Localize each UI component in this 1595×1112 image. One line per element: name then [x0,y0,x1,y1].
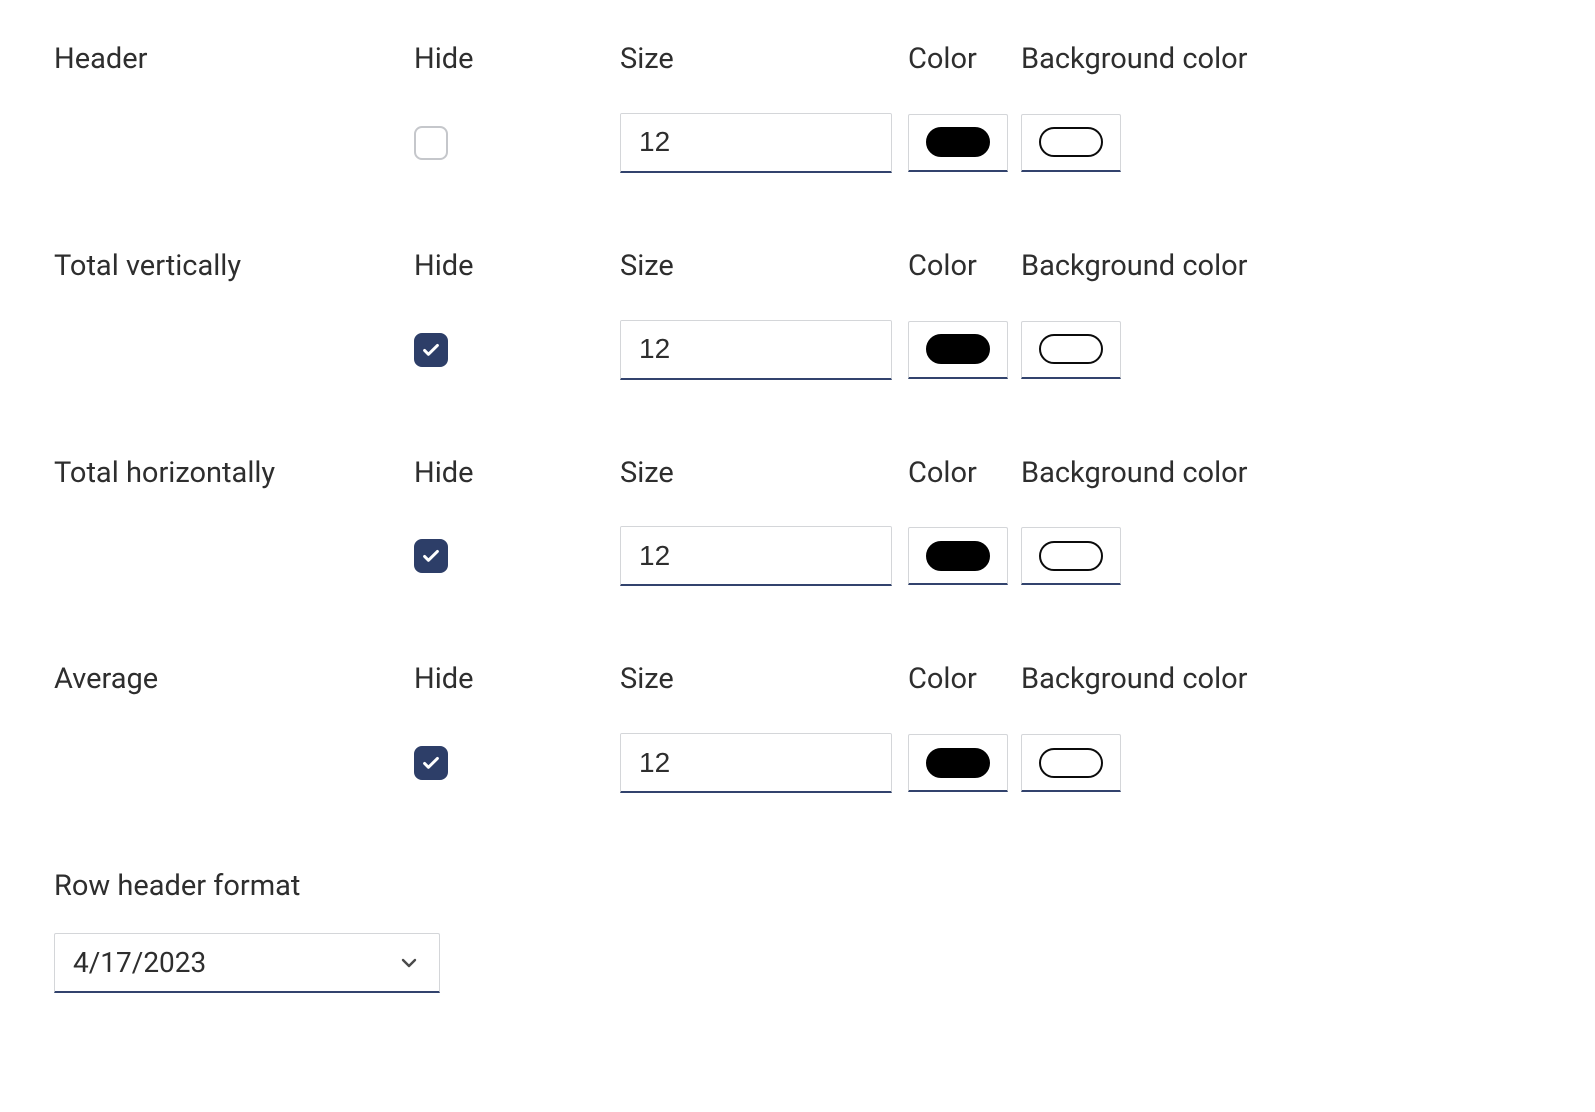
color-picker-1-pill [926,334,990,364]
color-label: Color [908,249,1021,284]
bgcolor-picker-0-pill [1039,127,1103,157]
check-icon [420,545,442,567]
check-icon [420,339,442,361]
size-input[interactable] [621,321,892,378]
color-label: Color [908,42,1021,77]
settings-row: HeaderHideSizeColorBackground color px [54,42,1541,173]
bgcolor-label: Background color [1021,42,1279,77]
row-header-format-block: Row header format 4/17/2023 [54,869,1541,993]
color-picker-3-pill [926,748,990,778]
chevron-down-icon [397,951,421,975]
row-name-label: Header [54,42,414,77]
color-label: Color [908,662,1021,697]
color-picker-2-pill [926,541,990,571]
size-field: px [620,733,892,793]
color-label: Color [908,456,1021,491]
row-header-format-select[interactable]: 4/17/2023 [54,933,440,993]
hide-checkbox-0[interactable] [414,126,448,160]
hide-checkbox-2[interactable] [414,539,448,573]
bgcolor-picker-3-pill [1039,748,1103,778]
hide-label: Hide [414,662,620,697]
size-input[interactable] [621,527,892,584]
bgcolor-picker-2-pill [1039,541,1103,571]
settings-row: Total verticallyHideSizeColorBackground … [54,249,1541,380]
size-label: Size [620,249,908,284]
hide-label: Hide [414,249,620,284]
row-name-label: Total vertically [54,249,414,284]
bgcolor-label: Background color [1021,456,1279,491]
size-input[interactable] [621,114,892,171]
hide-checkbox-1[interactable] [414,333,448,367]
bgcolor-picker-3[interactable] [1021,734,1121,792]
size-label: Size [620,42,908,77]
size-label: Size [620,662,908,697]
size-field: px [620,113,892,173]
row-header-format-value: 4/17/2023 [73,946,206,979]
hide-label: Hide [414,42,620,77]
bgcolor-picker-0[interactable] [1021,114,1121,172]
bgcolor-label: Background color [1021,662,1279,697]
color-picker-3[interactable] [908,734,1008,792]
row-header-format-label: Row header format [54,869,1541,903]
color-picker-1[interactable] [908,321,1008,379]
color-picker-0-pill [926,127,990,157]
bgcolor-picker-1[interactable] [1021,321,1121,379]
hide-label: Hide [414,456,620,491]
size-input[interactable] [621,734,892,791]
color-picker-0[interactable] [908,114,1008,172]
settings-row: Total horizontallyHideSizeColorBackgroun… [54,456,1541,587]
bgcolor-picker-2[interactable] [1021,527,1121,585]
check-icon [420,752,442,774]
color-picker-2[interactable] [908,527,1008,585]
size-field: px [620,526,892,586]
settings-row: AverageHideSizeColorBackground color px [54,662,1541,793]
bgcolor-label: Background color [1021,249,1279,284]
bgcolor-picker-1-pill [1039,334,1103,364]
hide-checkbox-3[interactable] [414,746,448,780]
size-label: Size [620,456,908,491]
row-name-label: Average [54,662,414,697]
row-name-label: Total horizontally [54,456,414,491]
size-field: px [620,320,892,380]
